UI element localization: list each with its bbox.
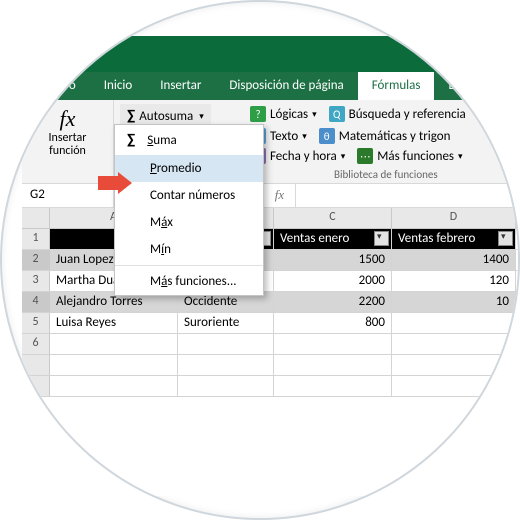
cell[interactable] <box>392 313 516 333</box>
cell[interactable]: 120 <box>392 271 516 291</box>
menu-min[interactable]: Mín <box>115 236 263 263</box>
table-row: 2 Juan Lopez Norte 1500 1400 <box>22 250 520 271</box>
logic-icon: ? <box>250 106 266 122</box>
row-head[interactable]: 4 <box>22 292 50 312</box>
cell[interactable] <box>274 334 392 354</box>
table-row <box>22 376 520 397</box>
formula-bar[interactable] <box>296 184 520 207</box>
lookup-icon: Q <box>329 106 345 122</box>
ribbon: fx Insertar función ∑ Autosuma ▾ ?Lógica… <box>22 100 520 184</box>
tab-archivo[interactable]: Archivo <box>22 72 90 100</box>
table-row: 5 Luisa Reyes Suroriente 800 <box>22 313 520 334</box>
table-row: 3 Martha Duarte Sur 2000 120 <box>22 271 520 292</box>
ribbon-tabs: Archivo Inicio Insertar Disposición de p… <box>22 72 520 100</box>
fx-small-icon[interactable]: fx <box>264 184 296 207</box>
fx-icon: fx <box>22 106 113 132</box>
more-icon: ⋯ <box>357 148 373 164</box>
cell[interactable] <box>50 334 178 354</box>
logic-button[interactable]: ?Lógicas▾ <box>250 106 317 122</box>
table-row: 4 Alejandro Torres Occidente 2200 10 <box>22 292 520 313</box>
formula-bar-row: G2 fx <box>22 184 520 208</box>
row-head-1[interactable]: 1 <box>22 229 50 249</box>
sigma-icon: ∑ <box>127 131 135 149</box>
header-cell[interactable]: Ventas enero <box>274 229 392 249</box>
cell[interactable]: 2200 <box>274 292 392 312</box>
pointer-arrow-icon <box>98 172 132 194</box>
autosum-label: Autosuma <box>139 109 193 124</box>
menu-suma[interactable]: ∑Suma <box>115 125 263 155</box>
header-cell[interactable]: Ventas febrero <box>392 229 516 249</box>
table-row: 6 <box>22 334 520 355</box>
cell[interactable] <box>178 334 274 354</box>
row-head[interactable]: 5 <box>22 313 50 333</box>
cell[interactable]: 1400 <box>392 250 516 270</box>
cell[interactable]: 1500 <box>274 250 392 270</box>
filter-icon[interactable] <box>374 231 389 246</box>
cell[interactable]: Suroriente <box>178 313 274 333</box>
chevron-down-icon: ▾ <box>199 111 204 122</box>
cell[interactable]: 800 <box>274 313 392 333</box>
row-head[interactable]: 2 <box>22 250 50 270</box>
math-button[interactable]: θMatemáticas y trigon <box>319 128 451 144</box>
tab-datos[interactable]: Da <box>434 72 476 100</box>
row-head[interactable]: 3 <box>22 271 50 291</box>
menu-promedio[interactable]: Promedio <box>115 155 263 182</box>
select-all-corner[interactable] <box>22 208 50 228</box>
table-row <box>22 355 520 376</box>
autosum-dropdown: ∑Suma Promedio Contar números Máx Mín Má… <box>114 124 264 296</box>
excel-window: Archivo Inicio Insertar Disposición de p… <box>22 36 520 496</box>
menu-contar[interactable]: Contar números <box>115 182 263 209</box>
filter-icon[interactable] <box>498 231 513 246</box>
table-header-row: 1 Ventas enero Ventas febrero <box>22 229 520 250</box>
col-head-d[interactable]: D <box>392 208 516 228</box>
sigma-icon: ∑ <box>127 107 135 125</box>
insert-function-label2: función <box>22 145 113 158</box>
spreadsheet-grid: A B C D 1 Ventas enero Ventas febrero 2 … <box>22 208 520 397</box>
title-bar <box>22 36 520 72</box>
row-head[interactable] <box>22 376 50 396</box>
col-head-c[interactable]: C <box>274 208 392 228</box>
tab-formulas[interactable]: Fórmulas <box>358 72 435 100</box>
row-head[interactable]: 6 <box>22 334 50 354</box>
menu-mas-funciones[interactable]: Más funciones... <box>115 268 263 295</box>
library-label: Biblioteca de funciones <box>334 168 438 181</box>
row-head[interactable] <box>22 355 50 375</box>
tab-inicio[interactable]: Inicio <box>90 72 146 100</box>
menu-max[interactable]: Máx <box>115 209 263 236</box>
cell[interactable]: Luisa Reyes <box>50 313 178 333</box>
insert-function-group[interactable]: fx Insertar función <box>22 100 114 183</box>
date-button[interactable]: ◷Fecha y hora▾ <box>250 148 345 164</box>
cell[interactable] <box>392 334 516 354</box>
math-icon: θ <box>319 128 335 144</box>
tab-insertar[interactable]: Insertar <box>146 72 215 100</box>
cell[interactable]: 2000 <box>274 271 392 291</box>
more-functions-button[interactable]: ⋯Más funciones▾ <box>357 148 462 164</box>
lookup-button[interactable]: QBúsqueda y referencia <box>329 106 466 122</box>
menu-separator <box>115 265 263 266</box>
cell[interactable]: 10 <box>392 292 516 312</box>
tab-disposicion[interactable]: Disposición de página <box>215 72 357 100</box>
